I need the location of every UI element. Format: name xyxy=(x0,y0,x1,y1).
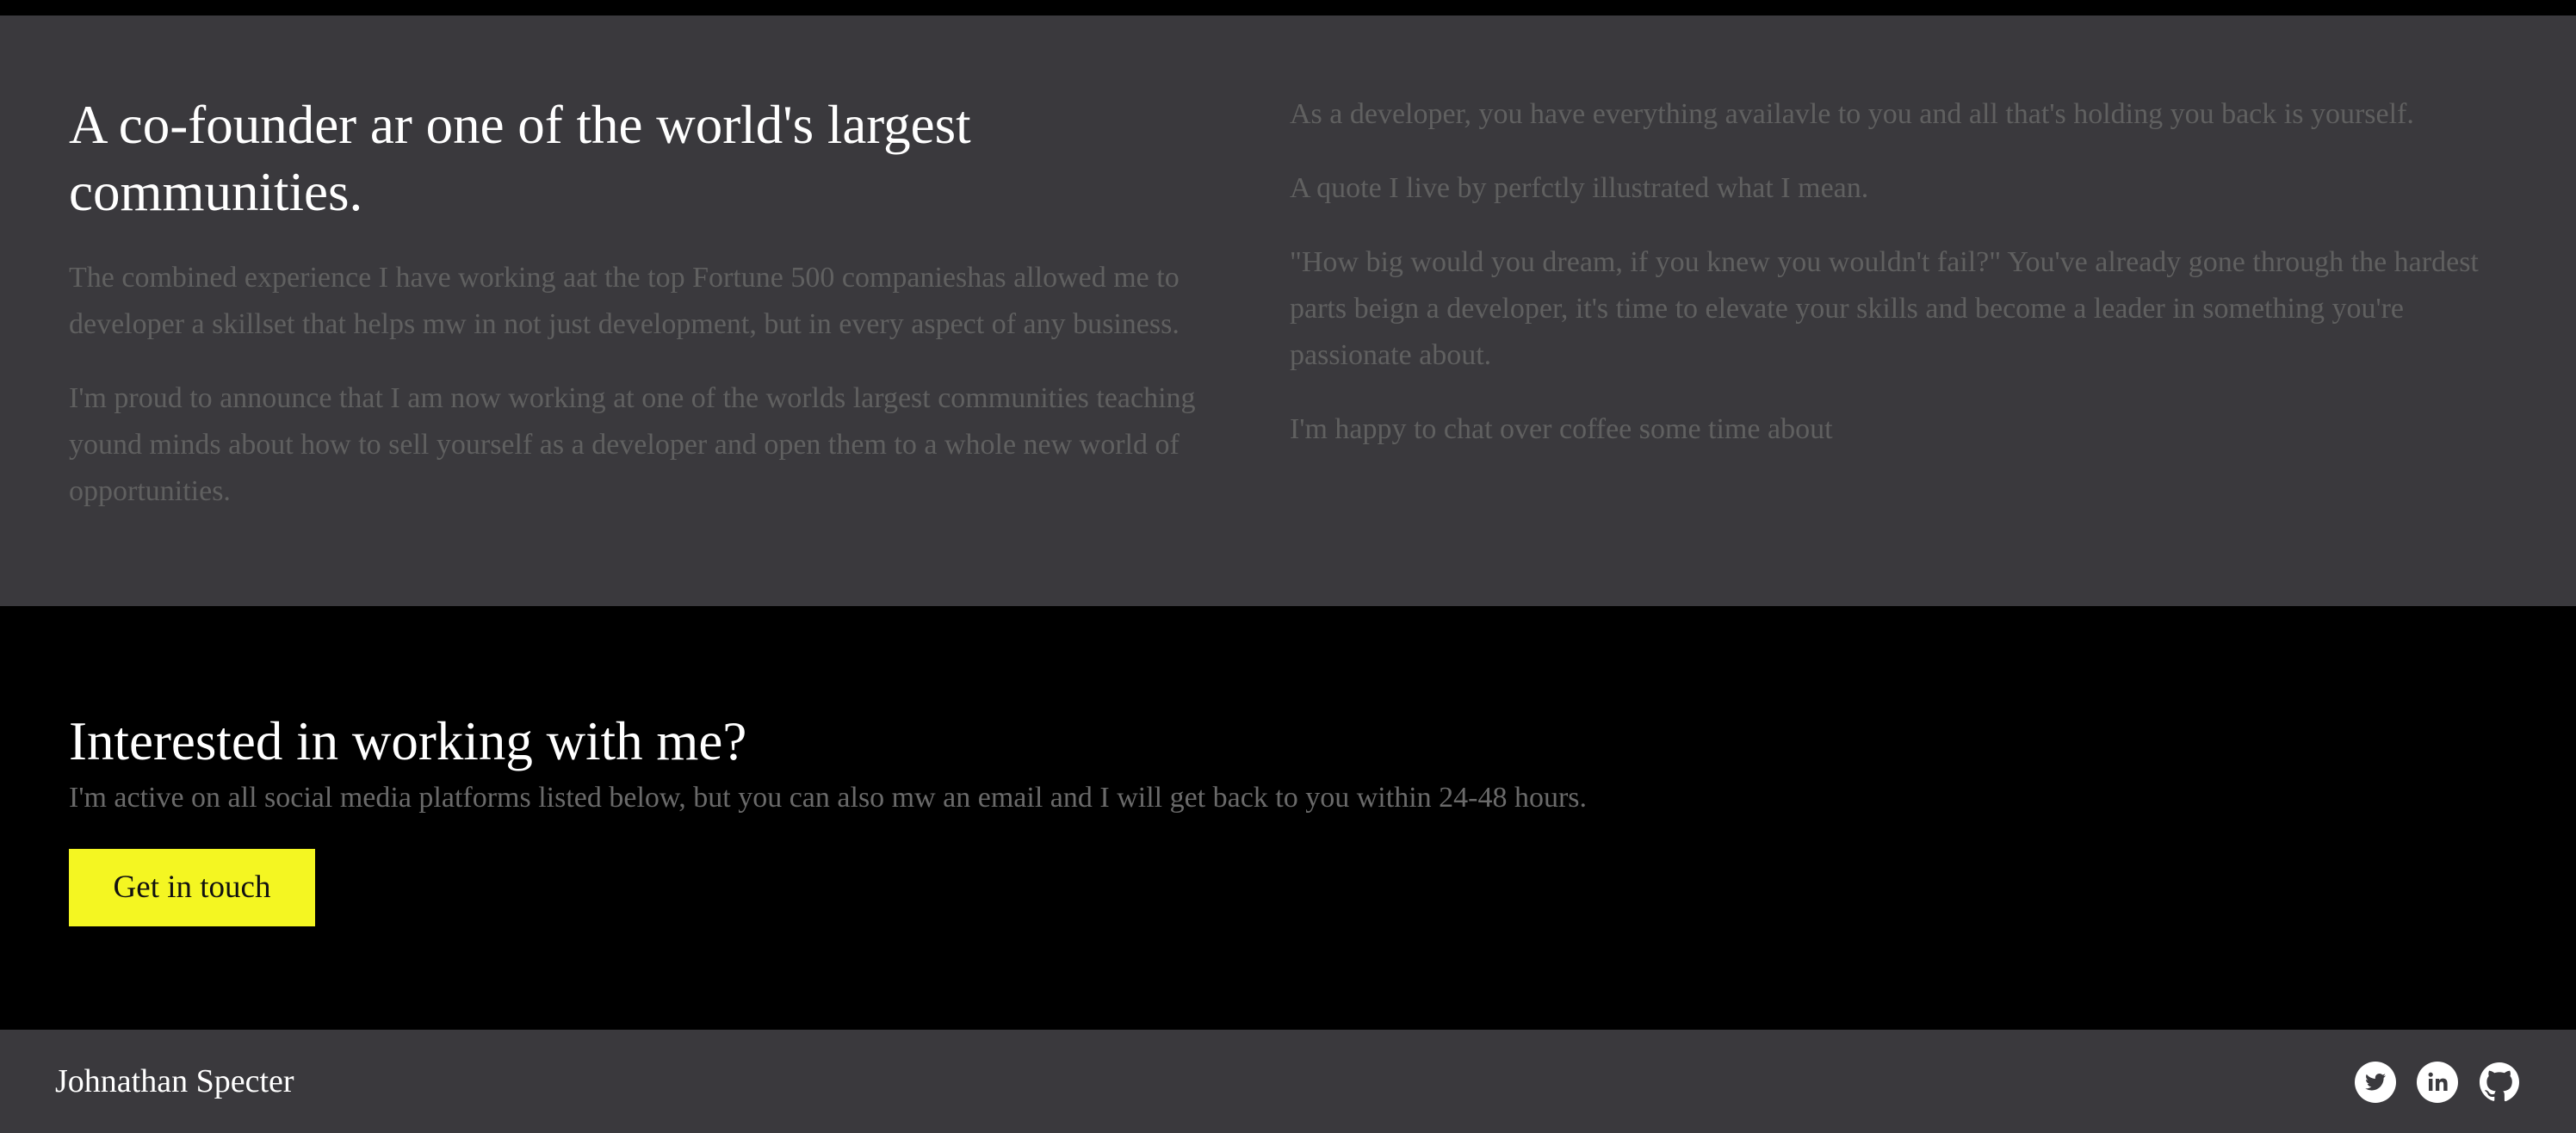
about-left-column: A co-founder ar one of the world's large… xyxy=(69,91,1223,542)
about-paragraph: I'm happy to chat over coffee some time … xyxy=(1290,413,1833,445)
about-section: A co-founder ar one of the world's large… xyxy=(0,15,2576,606)
twitter-icon[interactable] xyxy=(2354,1061,2397,1104)
about-paragraph: A quote I live by perfctly illustrated w… xyxy=(1290,172,1869,204)
about-paragraph: I'm proud to announce that I am now work… xyxy=(69,382,1196,507)
footer-name: Johnathan Specter xyxy=(55,1063,294,1099)
contact-section: Interested in working with me? I'm activ… xyxy=(0,606,2576,1030)
about-paragraph: The combined experience I have working a… xyxy=(69,262,1180,340)
quote-paragraph: "How big would you dream, if you knew yo… xyxy=(1290,246,2479,371)
about-heading: A co-founder ar one of the world's large… xyxy=(69,95,971,222)
footer: Johnathan Specter xyxy=(0,1030,2576,1133)
about-right-column: As a developer, you have everything avai… xyxy=(1290,91,2512,480)
contact-description: I'm active on all social media platforms… xyxy=(69,782,1588,814)
get-in-touch-button[interactable]: Get in touch xyxy=(69,849,315,926)
about-paragraph: As a developer, you have everything avai… xyxy=(1290,98,2414,130)
top-bar xyxy=(0,0,2576,15)
github-icon[interactable] xyxy=(2478,1061,2521,1104)
contact-title: Interested in working with me? xyxy=(69,711,747,771)
linkedin-icon[interactable] xyxy=(2416,1061,2459,1104)
